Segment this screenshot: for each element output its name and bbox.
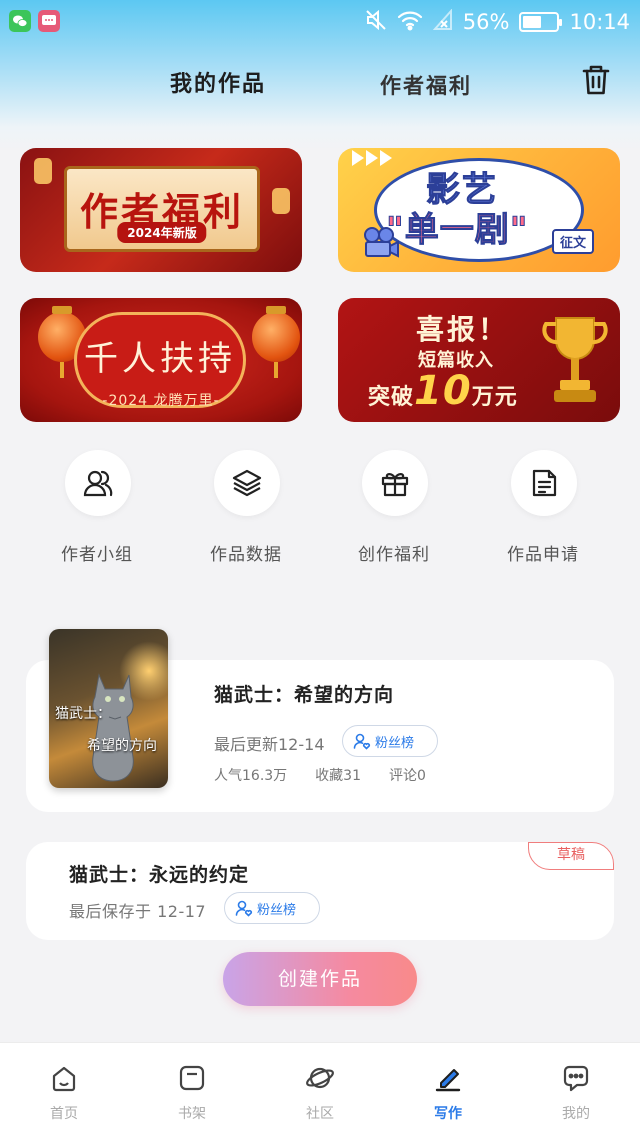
quick-entry-icon-circle	[65, 450, 131, 516]
pen-icon	[435, 1069, 461, 1092]
last-updated: 最后更新12-14	[214, 735, 325, 754]
banner-subtitle: "单一剧"	[385, 210, 529, 251]
banner-tag: 2024年新版	[117, 222, 207, 243]
fans-ranking-label: 粉丝榜	[375, 735, 415, 751]
quick-entry-icon-circle	[214, 450, 280, 516]
play-arrow-decoration	[352, 150, 364, 166]
fans-ranking-button[interactable]: 粉丝榜	[342, 725, 438, 757]
cat-illustration	[92, 673, 134, 782]
lantern-decoration	[252, 306, 300, 378]
nav-label: 书架	[178, 1106, 206, 1122]
user-heart-icon	[235, 900, 253, 917]
tab-author-welfare[interactable]: 作者福利	[380, 70, 472, 100]
banner-highlight: 突破10万元	[368, 368, 518, 414]
bookshelf-icon	[179, 1065, 205, 1091]
lantern-decoration	[34, 158, 52, 184]
nav-label: 社区	[306, 1106, 334, 1122]
nav-label: 写作	[434, 1106, 462, 1122]
no-signal-icon	[432, 7, 453, 36]
quick-entry-author-group[interactable]: 作者小组	[37, 450, 157, 570]
quick-entry-label: 作者小组	[61, 545, 133, 565]
nav-item-community[interactable]: 社区	[280, 1057, 360, 1133]
battery-icon	[519, 12, 563, 32]
banner-title: 千人扶持	[84, 339, 236, 379]
highlight-prefix: 突破	[368, 385, 415, 410]
cover-title-line2: 希望的方向	[87, 738, 157, 754]
nav-item-bookshelf[interactable]: 书架	[152, 1057, 232, 1133]
last-saved: 最后保存于 12-17	[69, 902, 207, 921]
banner-thousand-support[interactable]: 千人扶持 -2024 龙腾万里-	[20, 298, 302, 422]
bottom-navigation: 首页 书架 社区 写作 我的	[0, 1042, 640, 1138]
create-work-button[interactable]: 创建作品	[223, 952, 417, 1006]
nav-item-profile[interactable]: 我的	[536, 1057, 616, 1133]
lantern-decoration	[272, 188, 290, 214]
quick-entry-icon-circle	[511, 450, 577, 516]
stat-comments: 评论0	[389, 768, 426, 784]
quick-entry-label: 作品数据	[210, 545, 282, 565]
quick-entry-work-application[interactable]: 作品申请	[483, 450, 603, 570]
book-cover[interactable]: 猫武士： 希望的方向	[49, 629, 168, 788]
film-camera-icon	[364, 227, 399, 258]
users-icon	[83, 470, 113, 497]
quick-entry-icon-circle	[362, 450, 428, 516]
gift-icon	[381, 473, 409, 497]
mute-icon	[365, 9, 387, 36]
nav-label: 我的	[562, 1106, 590, 1122]
work-title[interactable]: 猫武士：希望的方向	[214, 680, 394, 707]
scroll-decoration: 作者福利 2024年新版	[64, 166, 260, 252]
highlight-suffix: 万元	[471, 385, 518, 410]
home-icon	[52, 1066, 76, 1092]
banner-film-contest[interactable]: 影艺 "单一剧" 征文	[338, 148, 620, 272]
layers-icon	[232, 469, 262, 497]
quick-entry-work-data[interactable]: 作品数据	[186, 450, 306, 570]
planet-icon	[306, 1067, 334, 1089]
quick-entry-creation-welfare[interactable]: 创作福利	[334, 450, 454, 570]
banner-subtitle: -2024 龙腾万里-	[102, 393, 220, 409]
user-heart-icon	[353, 733, 371, 750]
wifi-icon	[397, 9, 423, 36]
banner-tag: 征文	[551, 229, 594, 254]
highlight-number: 10	[414, 368, 472, 414]
document-icon	[532, 469, 557, 497]
nav-item-write[interactable]: 写作	[408, 1057, 488, 1133]
clock: 10:14	[569, 10, 630, 34]
trophy-icon	[542, 317, 608, 402]
draft-title[interactable]: 猫武士：永远的约定	[69, 860, 249, 887]
chat-bubble-icon	[563, 1065, 589, 1092]
draft-badge: 草稿	[528, 842, 614, 870]
fans-ranking-button[interactable]: 粉丝榜	[224, 892, 320, 924]
wechat-icon	[9, 10, 31, 32]
stat-favorites: 收藏31	[315, 768, 361, 784]
draft-card[interactable]	[26, 842, 614, 940]
battery-level	[523, 16, 542, 28]
quick-entry-label: 创作福利	[358, 545, 430, 565]
quick-entry-label: 作品申请	[507, 545, 579, 565]
banner-author-welfare[interactable]: 作者福利 2024年新版	[20, 148, 302, 272]
banner-good-news[interactable]: 喜报！ 短篇收入 突破10万元	[338, 298, 620, 422]
battery-percent: 56%	[462, 10, 510, 34]
status-bar: 56% 10:14	[0, 0, 640, 44]
nav-item-home[interactable]: 首页	[24, 1057, 104, 1133]
work-stats: 人气16.3万 收藏31 评论0	[214, 765, 426, 785]
fans-ranking-label: 粉丝榜	[257, 902, 297, 918]
nav-label: 首页	[50, 1106, 78, 1122]
message-icon	[38, 10, 60, 32]
tab-my-works[interactable]: 我的作品	[170, 66, 266, 98]
trash-icon[interactable]	[578, 62, 614, 98]
banner-title: 喜报！	[416, 313, 510, 346]
stat-popularity: 人气16.3万	[214, 768, 288, 784]
play-arrow-decoration	[380, 150, 392, 166]
cover-title-line1: 猫武士：	[55, 706, 111, 722]
play-arrow-decoration	[366, 150, 378, 166]
